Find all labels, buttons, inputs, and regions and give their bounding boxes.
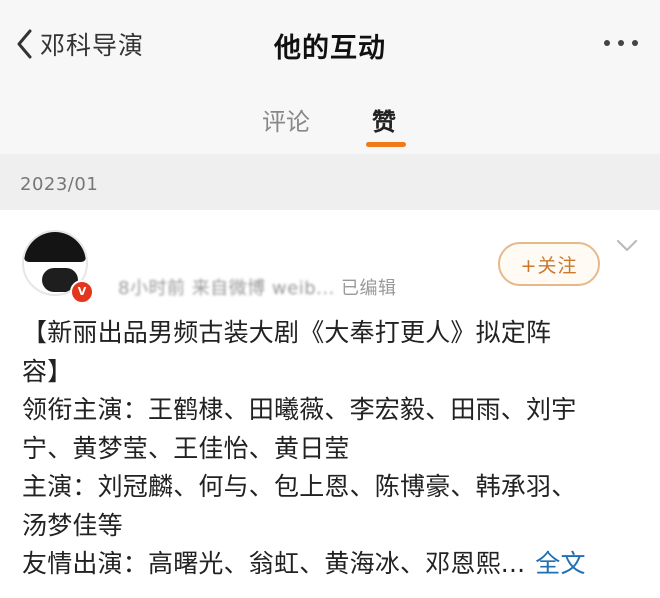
post-meta: 8小时前 来自微博 weib... 已编辑: [118, 274, 397, 300]
post-line: 主演：刘冠麟、何与、包上恩、陈博豪、韩承羽、: [22, 472, 577, 501]
post-line: 汤梦佳等: [22, 510, 123, 540]
nav-header: 邓科导演 他的互动: [0, 0, 660, 88]
page-title: 他的互动: [274, 33, 386, 64]
follow-button[interactable]: +关注: [498, 242, 600, 286]
edited-label: 已编辑: [341, 278, 397, 299]
post-content: 【新丽出品男频古装大剧《大奉打更人》拟定阵 容】 领衔主演：王鹤棣、田曦薇、李宏…: [22, 314, 642, 584]
verified-badge-icon: V: [70, 280, 94, 304]
more-options-icon[interactable]: [604, 40, 638, 46]
tab-comments[interactable]: 评论: [262, 102, 310, 137]
weibo-post-card[interactable]: V 8小时前 来自微博 weib... 已编辑 +关注 【新丽出品男频古装大剧《…: [0, 210, 660, 598]
post-time: 8小时前: [118, 278, 186, 299]
post-line: 容】: [22, 356, 73, 386]
active-tab-indicator: [366, 142, 406, 147]
post-line-truncated: 友情出演：高曙光、翁虹、黄海冰、邓恩熙...: [22, 549, 526, 578]
tab-likes[interactable]: 赞: [372, 102, 396, 137]
post-last-line: 友情出演：高曙光、翁虹、黄海冰、邓恩熙... 全文: [22, 545, 642, 584]
post-source: 来自微博 weib...: [191, 278, 335, 299]
post-line: 宁、黄梦莹、王佳怡、黄日莹: [22, 433, 350, 463]
date-label: 2023/01: [20, 174, 99, 195]
tab-bar: 评论 赞: [0, 88, 660, 154]
post-line: 【新丽出品男频古装大剧《大奉打更人》拟定阵: [22, 318, 552, 347]
chevron-down-icon[interactable]: [616, 238, 638, 257]
full-text-link[interactable]: 全文: [535, 549, 585, 578]
date-section-header: 2023/01: [0, 154, 660, 210]
post-line: 领衔主演：王鹤棣、田曦薇、李宏毅、田雨、刘宇: [22, 395, 577, 424]
